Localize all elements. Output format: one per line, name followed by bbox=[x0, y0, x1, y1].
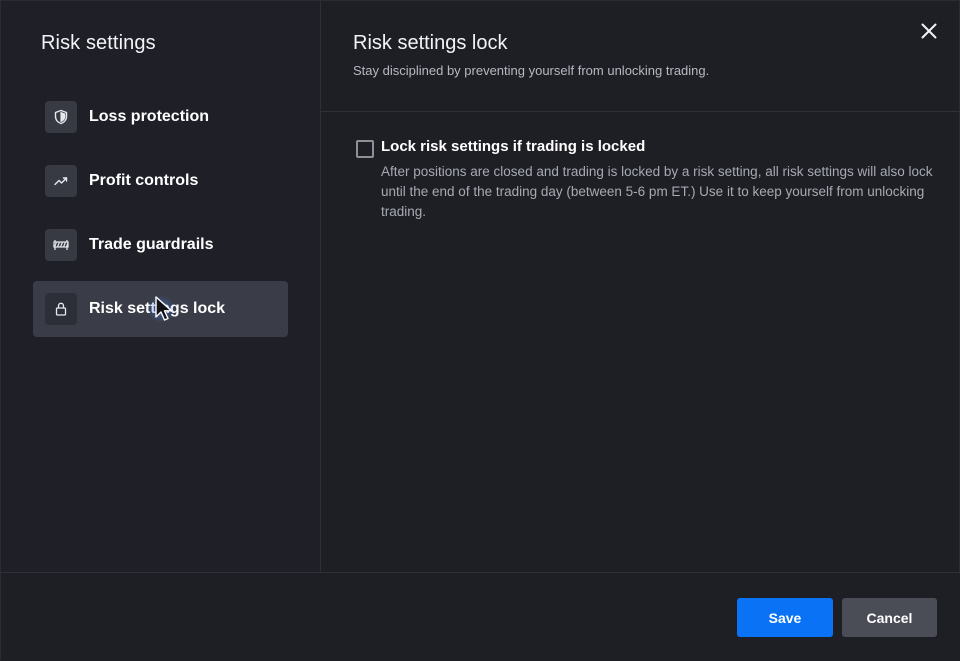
save-button[interactable]: Save bbox=[737, 598, 833, 637]
main-panel: Risk settings lock Stay disciplined by p… bbox=[321, 1, 960, 572]
sidebar-item-trade-guardrails[interactable]: Trade guardrails bbox=[33, 217, 288, 273]
dialog-footer: Save Cancel bbox=[1, 572, 960, 661]
sidebar-item-label: Trade guardrails bbox=[89, 236, 214, 253]
sidebar-item-profit-controls[interactable]: Profit controls bbox=[33, 153, 288, 209]
trending-up-icon bbox=[45, 165, 77, 197]
sidebar-item-label: Profit controls bbox=[89, 172, 199, 189]
lock-option-label[interactable]: Lock risk settings if trading is locked bbox=[381, 138, 645, 155]
page-subtitle: Stay disciplined by preventing yourself … bbox=[353, 63, 710, 78]
shield-icon bbox=[45, 101, 77, 133]
sidebar-item-label: Loss protection bbox=[89, 108, 210, 125]
close-icon[interactable] bbox=[919, 21, 939, 41]
main-header: Risk settings lock Stay disciplined by p… bbox=[321, 1, 960, 112]
barrier-icon bbox=[45, 229, 77, 261]
lock-icon bbox=[45, 293, 77, 325]
lock-risk-settings-checkbox[interactable] bbox=[356, 140, 374, 158]
lock-option-description: After positions are closed and trading i… bbox=[381, 164, 933, 219]
sidebar-item-loss-protection[interactable]: Loss protection bbox=[33, 89, 288, 145]
sidebar: Risk settings Loss protection Profit con… bbox=[1, 1, 321, 572]
page-title: Risk settings lock bbox=[353, 32, 508, 54]
cursor-highlight bbox=[147, 295, 175, 323]
sidebar-title: Risk settings bbox=[41, 32, 156, 54]
cancel-button[interactable]: Cancel bbox=[842, 598, 937, 637]
risk-settings-dialog: Risk settings Loss protection Profit con… bbox=[0, 0, 960, 661]
